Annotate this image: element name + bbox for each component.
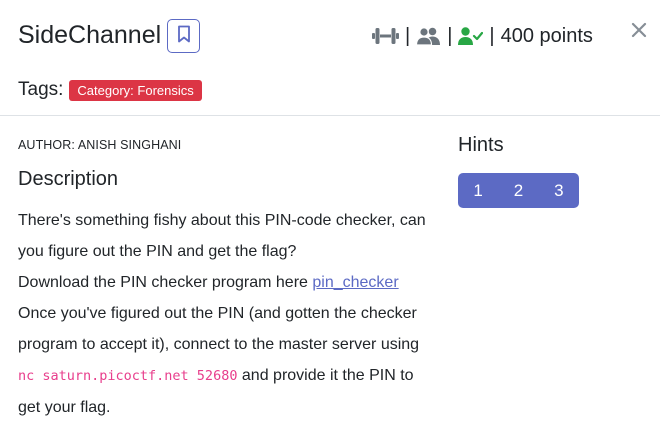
meta-separator: | [447, 24, 453, 47]
description-line: Once you've figured out the PIN (and got… [18, 305, 420, 353]
challenge-header: SideChannel | | | 400 points Tags: Categ… [0, 0, 660, 116]
connect-command: nc saturn.picoctf.net 52680 [18, 368, 238, 384]
user-check-icon [458, 27, 484, 45]
hint-button-2[interactable]: 2 [498, 173, 538, 208]
points-value: 400 points [500, 24, 593, 47]
hints-panel: Hints 1 2 3 [458, 134, 579, 208]
category-tag[interactable]: Category: Forensics [69, 79, 202, 101]
author-line: AUTHOR: ANISH SINGHANI [18, 138, 182, 152]
tags-row: Tags: Category: Forensics [18, 79, 202, 101]
bookmark-icon [177, 25, 191, 48]
dumbbell-icon [372, 27, 399, 45]
hint-button-3[interactable]: 3 [539, 173, 579, 208]
bookmark-button[interactable] [167, 19, 200, 53]
close-button[interactable] [628, 21, 650, 43]
users-icon [416, 27, 441, 45]
hint-button-group: 1 2 3 [458, 173, 579, 208]
meta-separator: | [405, 24, 411, 47]
close-icon [631, 22, 647, 43]
hints-title: Hints [458, 134, 504, 156]
hint-button-1[interactable]: 1 [458, 173, 498, 208]
challenge-meta: | | | 400 points [372, 22, 593, 50]
challenge-title: SideChannel [18, 21, 162, 49]
tags-label: Tags: [18, 79, 64, 100]
pin-checker-link[interactable]: pin_checker [312, 274, 398, 291]
description-text: There's something fishy about this PIN-c… [18, 205, 428, 423]
download-prefix: Download the PIN checker program here [18, 274, 313, 291]
description-line: There's something fishy about this PIN-c… [18, 212, 426, 260]
meta-separator: | [489, 24, 495, 47]
challenge-content: AUTHOR: ANISH SINGHANI Description There… [18, 138, 428, 423]
description-heading: Description [18, 168, 119, 190]
